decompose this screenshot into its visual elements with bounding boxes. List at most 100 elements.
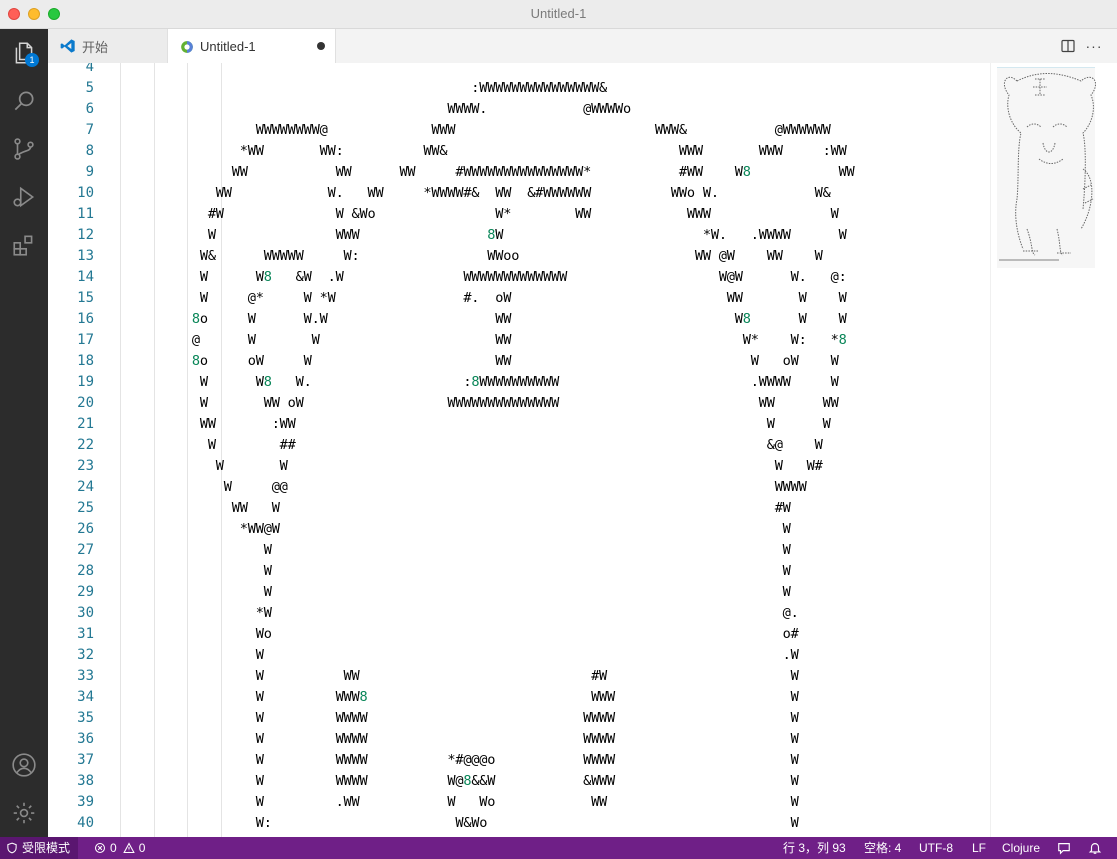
code-line[interactable]: 4 (48, 63, 990, 78)
line-number: 39 (77, 794, 94, 810)
line-text: W W8 &W .W WWWWWWWWWWWWW W@W W. @: (120, 269, 847, 285)
indentation[interactable]: 空格: 4 (864, 837, 901, 859)
line-number: 9 (85, 164, 94, 180)
code-line[interactable]: 26 *WW@W W (48, 519, 990, 540)
run-debug-icon (13, 186, 35, 208)
line-number: 32 (77, 647, 94, 663)
code-line[interactable]: 12 W WWW 8W *W. .WWWW W (48, 225, 990, 246)
minimap-fine-text (999, 259, 1059, 261)
code-line[interactable]: 20 W WW oW WWWWWWWWWWWWWW WW WW (48, 393, 990, 414)
code-line[interactable]: 30 *W @. (48, 603, 990, 624)
line-number: 11 (77, 206, 94, 222)
line-text: W WWW8 WWW W (120, 689, 799, 705)
code-line[interactable]: 37 W WWWW *#@@@o WWWW W (48, 750, 990, 771)
line-number: 6 (85, 101, 94, 117)
code-line[interactable]: 34 W WWW8 WWW W (48, 687, 990, 708)
code-line[interactable]: 27 W W (48, 540, 990, 561)
code-line[interactable]: 19 W W8 W. :8WWWWWWWWWW .WWWW W (48, 372, 990, 393)
line-number: 36 (77, 731, 94, 747)
code-line[interactable]: 8 *WW WW: WW& WWW WWW :WW (48, 141, 990, 162)
code-line[interactable]: 24 W @@ WWWW (48, 477, 990, 498)
more-actions-button[interactable]: ··· (1081, 29, 1107, 63)
code-line[interactable]: 9 WW WW WW #WWWWWWWWWWWWWWW* #WW W8 WW (48, 162, 990, 183)
shield-icon (7, 842, 17, 854)
feedback-button[interactable] (1057, 837, 1071, 859)
ellipsis-icon: ··· (1085, 38, 1103, 54)
code-line[interactable]: 6 WWWW. @WWWWo (48, 99, 990, 120)
bell-icon (1088, 843, 1102, 854)
line-number: 15 (77, 290, 94, 306)
split-editor-button[interactable] (1055, 29, 1081, 63)
extensions-button[interactable] (0, 221, 48, 269)
notifications-button[interactable] (1088, 837, 1102, 859)
line-text: WWWW. @WWWWo (120, 101, 631, 117)
explorer-button[interactable]: 1 (0, 29, 48, 77)
code-line[interactable]: 5 :WWWWWWWWWWWWWWW& (48, 78, 990, 99)
code-line[interactable]: 29 W W (48, 582, 990, 603)
code-line[interactable]: 40 W: W&Wo W (48, 813, 990, 834)
code-line[interactable]: 36 W WWWW WWWW W (48, 729, 990, 750)
code-line[interactable]: 7 WWWWWWWW@ WWW WWW& @WWWWWW (48, 120, 990, 141)
code-line[interactable]: 38 W WWWW W@8&&W &WWW W (48, 771, 990, 792)
code-line[interactable]: 32 W .W (48, 645, 990, 666)
line-text: W @* W *W #. oW WW W W (120, 290, 847, 306)
code-line[interactable]: 14 W W8 &W .W WWWWWWWWWWWWW W@W W. @: (48, 267, 990, 288)
end-of-line[interactable]: LF (972, 837, 986, 859)
problems-indicator[interactable]: 0 0 (94, 837, 145, 859)
code-line[interactable]: 13 W& WWWWW W: WWoo WW @W WW W (48, 246, 990, 267)
line-text: W: W&Wo W (120, 815, 799, 831)
line-text: *WW WW: WW& WWW WWW :WW (120, 143, 847, 159)
line-text: W WWWW WWWW W (120, 731, 799, 747)
restricted-mode-label: 受限模式 (22, 841, 71, 855)
line-number: 24 (77, 479, 94, 495)
line-number: 30 (77, 605, 94, 621)
line-number: 16 (77, 311, 94, 327)
encoding[interactable]: UTF-8 (919, 837, 953, 859)
editor-area[interactable]: 45 :WWWWWWWWWWWWWWW& 6 WWWW. @WWWWo 7 WWWW… (48, 63, 990, 837)
code-line[interactable]: 16 8o W W.W WW W8 W W (48, 309, 990, 330)
code-line[interactable]: 10 WW W. WW *WWWW#& WW &#WWWWWW WWo W. W… (48, 183, 990, 204)
line-number: 12 (77, 227, 94, 243)
line-number: 10 (77, 185, 94, 201)
line-text: W WWWW *#@@@o WWWW W (120, 752, 799, 768)
manage-button[interactable] (0, 789, 48, 837)
restricted-mode-indicator[interactable]: 受限模式 (0, 837, 79, 859)
code-line[interactable]: 11 #W W &Wo W* WW WWW W (48, 204, 990, 225)
code-line[interactable]: 31 Wo o# (48, 624, 990, 645)
code-line[interactable]: 39 W .WW W Wo WW W (48, 792, 990, 813)
line-number: 26 (77, 521, 94, 537)
code-line[interactable]: 15 W @* W *W #. oW WW W W (48, 288, 990, 309)
line-text: W .W (120, 647, 799, 663)
code-line[interactable]: 28 W W (48, 561, 990, 582)
error-icon (94, 842, 106, 854)
unsaved-dot-icon[interactable] (317, 42, 325, 50)
code-line[interactable]: 25 WW W #W (48, 498, 990, 519)
line-number: 22 (77, 437, 94, 453)
line-text: :WWWWWWWWWWWWWWW& (120, 80, 608, 96)
search-button[interactable] (0, 77, 48, 125)
code-line[interactable]: 22 W ## &@ W (48, 435, 990, 456)
code-line[interactable]: 18 8o oW W WW W oW W (48, 351, 990, 372)
run-debug-button[interactable] (0, 173, 48, 221)
line-number: 35 (77, 710, 94, 726)
activity-bar: 1 (0, 29, 48, 837)
cursor-position[interactable]: 行 3，列 93 (783, 837, 846, 859)
code-line[interactable]: 33 W WW #W W (48, 666, 990, 687)
line-number: 25 (77, 500, 94, 516)
extensions-icon (13, 235, 33, 256)
line-text: WW :WW W W (120, 416, 831, 432)
tab-untitled-1[interactable]: Untitled-1 (168, 29, 336, 64)
code-line[interactable]: 21 WW :WW W W (48, 414, 990, 435)
editor-tab-bar: 开始 Untitled-1 ··· (48, 29, 1117, 64)
line-number: 14 (77, 269, 94, 285)
line-text: @ W W WW W* W: *8 (120, 332, 847, 348)
code-line[interactable]: 17 @ W W WW W* W: *8 (48, 330, 990, 351)
code-line[interactable]: 23 W W W W# (48, 456, 990, 477)
source-control-button[interactable] (0, 125, 48, 173)
minimap[interactable] (990, 63, 1117, 837)
tab-welcome[interactable]: 开始 (48, 29, 168, 63)
code-line[interactable]: 35 W WWWW WWWW W (48, 708, 990, 729)
accounts-button[interactable] (0, 741, 48, 789)
line-number: 21 (77, 416, 94, 432)
language-mode[interactable]: Clojure (1002, 837, 1040, 859)
